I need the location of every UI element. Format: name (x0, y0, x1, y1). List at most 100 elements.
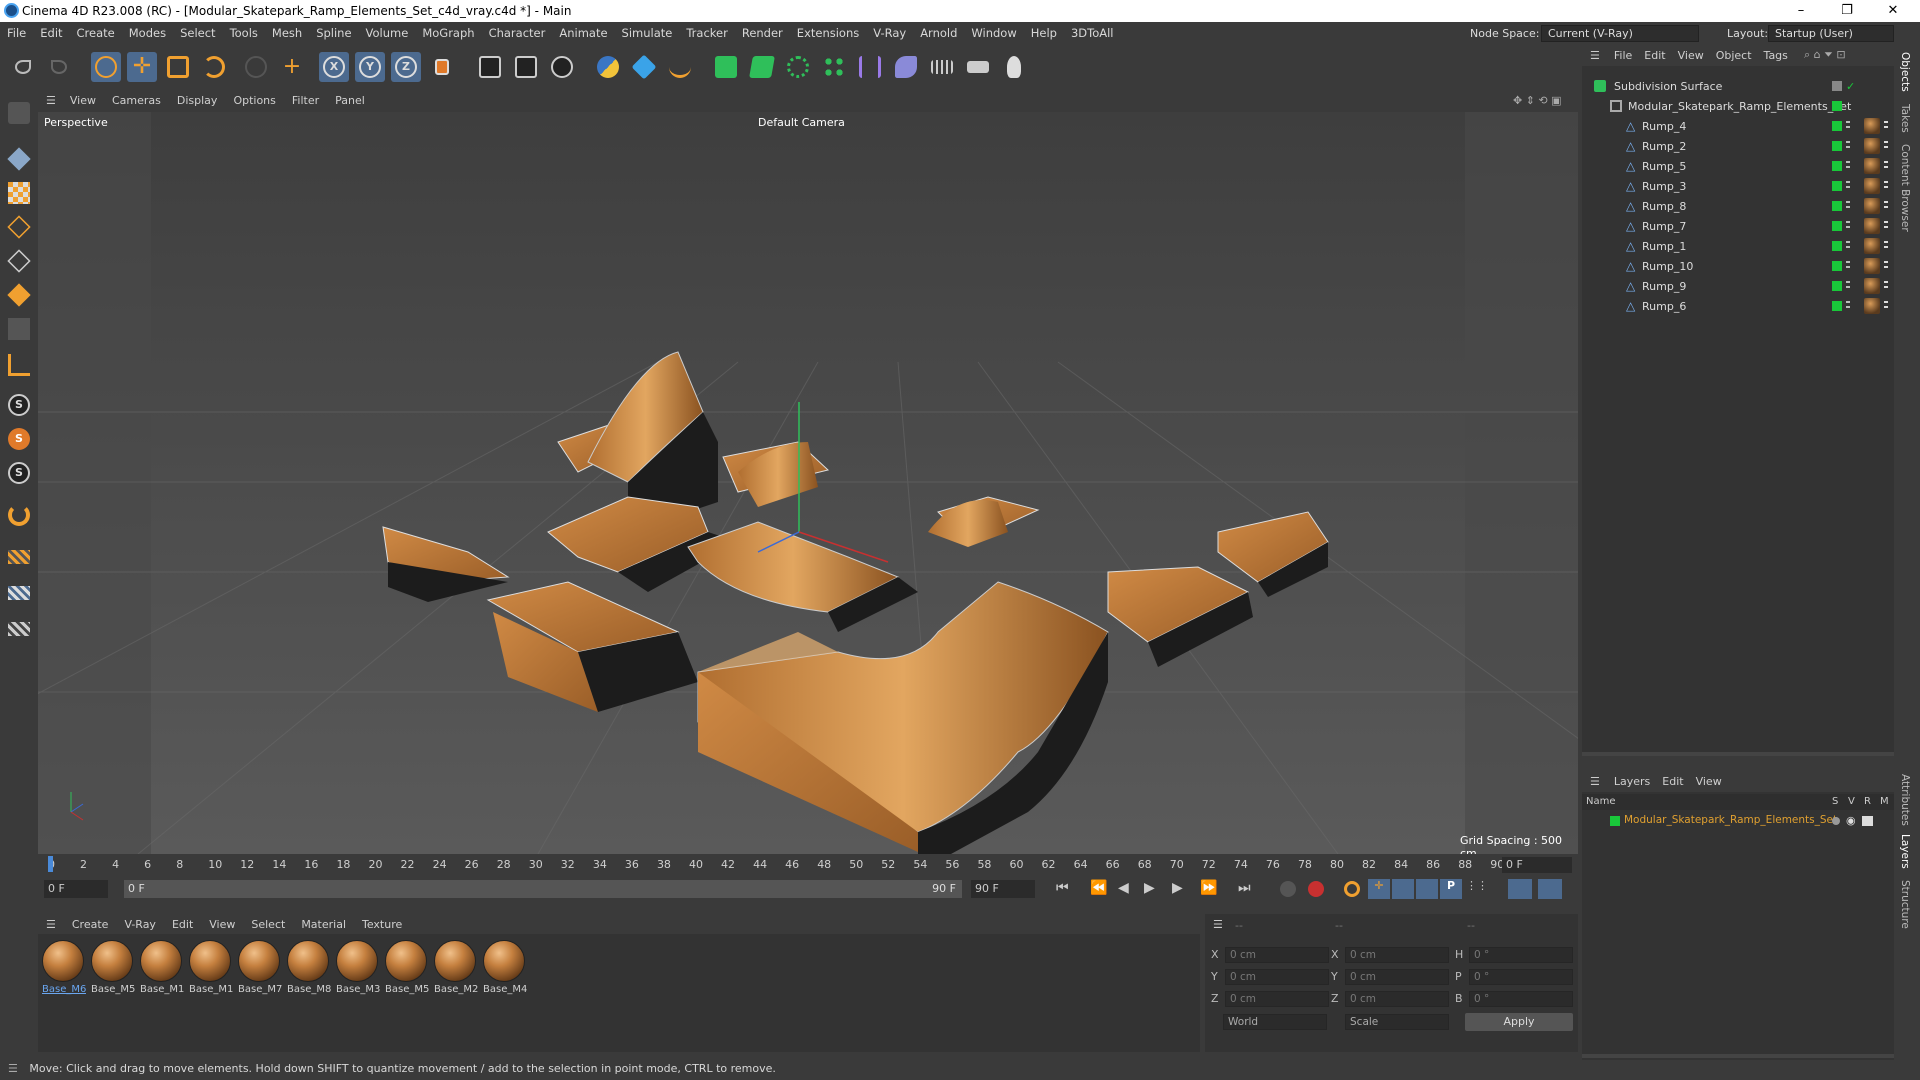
select-tool-icon[interactable] (91, 52, 121, 82)
object-row-child[interactable]: △ Rump_3 (1582, 176, 1894, 196)
material-tag-icon[interactable] (1864, 298, 1880, 314)
render-view-icon[interactable] (475, 52, 505, 82)
material-menu-material[interactable]: Material (293, 918, 354, 931)
key-param-icon[interactable]: P (1440, 879, 1462, 899)
material-tag-icon[interactable] (1864, 258, 1880, 274)
deformer-icon[interactable] (855, 52, 885, 82)
visibility-dots[interactable] (1846, 141, 1850, 151)
pos-y-field[interactable]: 0 cm (1225, 969, 1329, 985)
tab-takes[interactable]: Takes (1899, 104, 1911, 133)
rot-b-field[interactable]: 0 ° (1469, 991, 1573, 1007)
start-frame-field[interactable]: 0 F (44, 880, 108, 898)
viewport-nav-icons[interactable]: ✥ ⇕ ⟲ ▣ (1505, 94, 1570, 107)
layer-name[interactable]: Modular_Skatepark_Ramp_Elements_Set (1624, 814, 1837, 826)
viewport-menu-hamburger-icon[interactable]: ☰ (38, 94, 62, 107)
key-scale-icon[interactable] (1392, 879, 1414, 899)
scale-select[interactable]: Scale (1345, 1014, 1449, 1030)
quantize-icon[interactable] (4, 614, 34, 644)
objects-menu-view[interactable]: View (1672, 49, 1710, 62)
rot-p-field[interactable]: 0 ° (1469, 969, 1573, 985)
layer-color-tag[interactable] (1832, 241, 1842, 251)
objects-hamburger-icon[interactable]: ☰ (1582, 49, 1608, 62)
x-axis-lock-icon[interactable]: X (319, 52, 349, 82)
tab-objects[interactable]: Objects (1899, 52, 1911, 92)
visibility-dots[interactable] (1846, 201, 1850, 211)
visibility-dots[interactable] (1846, 121, 1850, 131)
viewport-menu-view[interactable]: View (62, 94, 104, 107)
menu-window[interactable]: Window (964, 26, 1023, 40)
menu-select[interactable]: Select (173, 26, 222, 40)
layers-menu-edit[interactable]: Edit (1656, 775, 1689, 788)
menu-create[interactable]: Create (70, 26, 122, 40)
layers-hamburger-icon[interactable]: ☰ (1582, 775, 1608, 788)
layers-menu-layers[interactable]: Layers (1608, 775, 1656, 788)
menu-spline[interactable]: Spline (309, 26, 358, 40)
layer-row[interactable]: Modular_Skatepark_Ramp_Elements_Set ◉ (1582, 812, 1894, 830)
tab-structure[interactable]: Structure (1899, 880, 1911, 929)
material-swatch[interactable]: Base_M3 (336, 940, 380, 1000)
material-swatch[interactable]: Base_M6 (42, 940, 86, 1000)
subdivision-surface-icon[interactable] (711, 52, 741, 82)
size-x-field[interactable]: 0 cm (1345, 947, 1449, 963)
layer-color-tag[interactable] (1832, 161, 1842, 171)
model-mode-icon[interactable] (4, 144, 34, 174)
material-menu-create[interactable]: Create (64, 918, 117, 931)
size-y-field[interactable]: 0 cm (1345, 969, 1449, 985)
visibility-dots[interactable] (1846, 281, 1850, 291)
fcurve-mode-icon[interactable] (1538, 879, 1562, 899)
layers-menu-view[interactable]: View (1690, 775, 1728, 788)
objects-menu-object[interactable]: Object (1710, 49, 1758, 62)
material-menu-vray[interactable]: V-Ray (116, 918, 164, 931)
object-row-child[interactable]: △ Rump_1 (1582, 236, 1894, 256)
layer-solo-toggle[interactable] (1832, 817, 1840, 825)
extrude-icon[interactable] (747, 52, 777, 82)
cloner-icon[interactable] (783, 52, 813, 82)
camera-icon[interactable] (963, 52, 993, 82)
visibility-dots[interactable] (1846, 221, 1850, 231)
menu-character[interactable]: Character (482, 26, 553, 40)
prev-key-icon[interactable]: ⏪ (1090, 880, 1107, 896)
grid-snap-icon[interactable] (4, 578, 34, 608)
visibility-dots[interactable] (1846, 261, 1850, 271)
material-tag-icon[interactable] (1864, 278, 1880, 294)
layer-color-tag[interactable] (1832, 121, 1842, 131)
scale-tool-icon[interactable] (163, 52, 193, 82)
menu-tracker[interactable]: Tracker (679, 26, 735, 40)
polygons-mode-icon[interactable] (4, 280, 34, 310)
rot-h-field[interactable]: 0 ° (1469, 947, 1573, 963)
tag-overflow-icon[interactable] (1884, 221, 1888, 231)
pos-z-field[interactable]: 0 cm (1225, 991, 1329, 1007)
move-tool-icon[interactable]: ✛ (127, 52, 157, 82)
material-swatch[interactable]: Base_M1 (140, 940, 184, 1000)
size-z-field[interactable]: 0 cm (1345, 991, 1449, 1007)
timeline-mode-icon[interactable] (1508, 879, 1532, 899)
end-frame-field[interactable]: 90 F (971, 880, 1035, 898)
objects-search-icons[interactable]: ⌕ ⌂ ⏷ ⊡ (1804, 48, 1846, 62)
close-button[interactable]: ✕ (1870, 0, 1916, 22)
record-icon[interactable] (1280, 881, 1296, 897)
goto-end-icon[interactable]: ⏭ (1238, 880, 1251, 896)
tag-overflow-icon[interactable] (1884, 121, 1888, 131)
object-row-child[interactable]: △ Rump_7 (1582, 216, 1894, 236)
spline-pen-icon[interactable] (665, 52, 695, 82)
material-menu-view[interactable]: View (201, 918, 243, 931)
live-selection-icon[interactable]: + (277, 52, 307, 82)
solo-hierarchy-icon[interactable]: S (4, 424, 34, 454)
object-row-child[interactable]: △ Rump_9 (1582, 276, 1894, 296)
rotate-tool-icon[interactable] (199, 52, 229, 82)
material-swatch[interactable]: Base_M7 (238, 940, 282, 1000)
viewport-menu-cameras[interactable]: Cameras (104, 94, 169, 107)
python-icon[interactable] (593, 52, 623, 82)
object-row-child[interactable]: △ Rump_8 (1582, 196, 1894, 216)
menu-render[interactable]: Render (735, 26, 790, 40)
layout-select[interactable]: Startup (User) (1768, 25, 1894, 42)
material-menu-texture[interactable]: Texture (354, 918, 410, 931)
playhead[interactable] (48, 856, 53, 872)
object-row-child[interactable]: △ Rump_6 (1582, 296, 1894, 316)
edges-mode-icon[interactable] (4, 246, 34, 276)
menu-vray[interactable]: V-Ray (866, 26, 913, 40)
layers-scrollbar[interactable] (1582, 1054, 1894, 1058)
make-editable-icon[interactable] (4, 98, 34, 128)
keyframe-selection-icon[interactable] (1344, 881, 1360, 897)
material-tag-icon[interactable] (1864, 118, 1880, 134)
